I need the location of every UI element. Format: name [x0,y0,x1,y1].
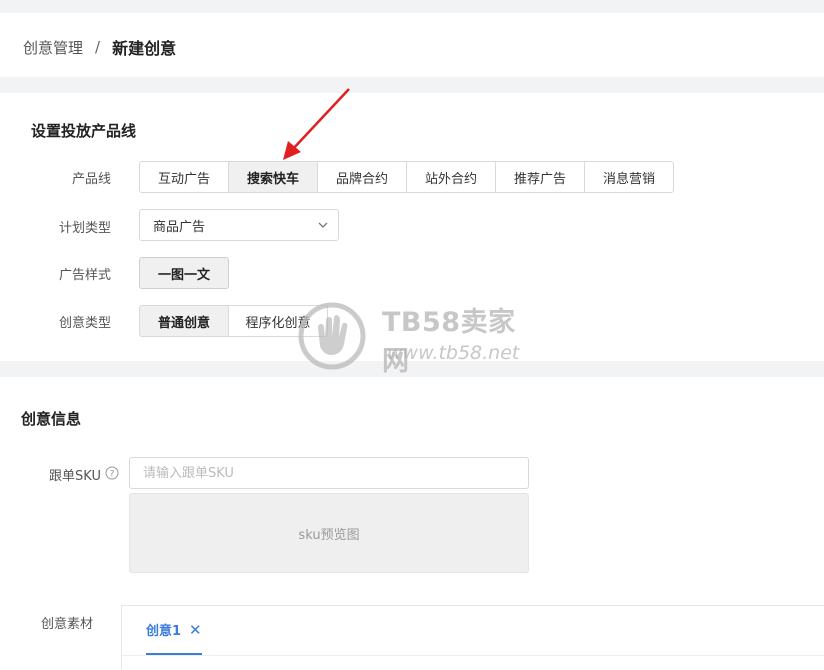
material-label: 创意素材 [40,617,93,632]
product-line-section: 设置投放产品线 产品线 互动广告 搜索快车 品牌合约 站外合约 推荐广告 消息营… [0,93,824,361]
breadcrumb-parent-link[interactable]: 创意管理 [23,37,83,58]
question-circle-icon[interactable]: ? [105,466,119,480]
product-line-group: 互动广告 搜索快车 品牌合约 站外合约 推荐广告 消息营销 [139,161,674,193]
product-line-brand-contract[interactable]: 品牌合约 [317,161,407,193]
ad-style-one-image-one-text[interactable]: 一图一文 [139,257,229,289]
product-line-recommend[interactable]: 推荐广告 [495,161,585,193]
close-icon[interactable]: ✕ [189,621,202,639]
product-line-interactive[interactable]: 互动广告 [139,161,229,193]
plan-type-select[interactable]: 商品广告 [139,209,339,241]
ad-style-label: 广告样式 [58,268,111,283]
creative-type-group: 普通创意 程序化创意 [139,305,328,337]
breadcrumb: 创意管理 / 新建创意 [23,35,176,59]
creative-info-section: 创意信息 跟单SKU ? sku预览图 创意素材 创意1 ✕ [0,377,824,670]
creative-type-label: 创意类型 [58,316,111,331]
material-tabs-panel: 创意1 ✕ [121,605,824,670]
svg-text:?: ? [110,470,115,480]
sku-input[interactable] [129,457,529,489]
tab-creative-1[interactable]: 创意1 ✕ [146,606,202,655]
section-title-creative-info: 创意信息 [21,410,82,428]
product-line-search-express[interactable]: 搜索快车 [228,161,318,193]
chevron-down-icon [318,222,328,228]
creative-type-programmatic[interactable]: 程序化创意 [228,305,328,337]
product-line-message-marketing[interactable]: 消息营销 [584,161,674,193]
tab-divider [122,655,824,656]
breadcrumb-separator: / [95,38,101,56]
tab-creative-1-label: 创意1 [146,624,182,639]
sku-preview: sku预览图 [129,493,529,573]
breadcrumb-card: 创意管理 / 新建创意 [0,13,824,77]
product-line-offsite-contract[interactable]: 站外合约 [406,161,496,193]
plan-type-value: 商品广告 [153,219,206,235]
creative-type-normal[interactable]: 普通创意 [139,305,229,337]
sku-label: 跟单SKU [49,469,101,484]
section-title-product: 设置投放产品线 [31,122,137,140]
plan-type-label: 计划类型 [58,221,111,236]
product-line-label: 产品线 [71,172,111,187]
breadcrumb-current: 新建创意 [112,39,177,58]
